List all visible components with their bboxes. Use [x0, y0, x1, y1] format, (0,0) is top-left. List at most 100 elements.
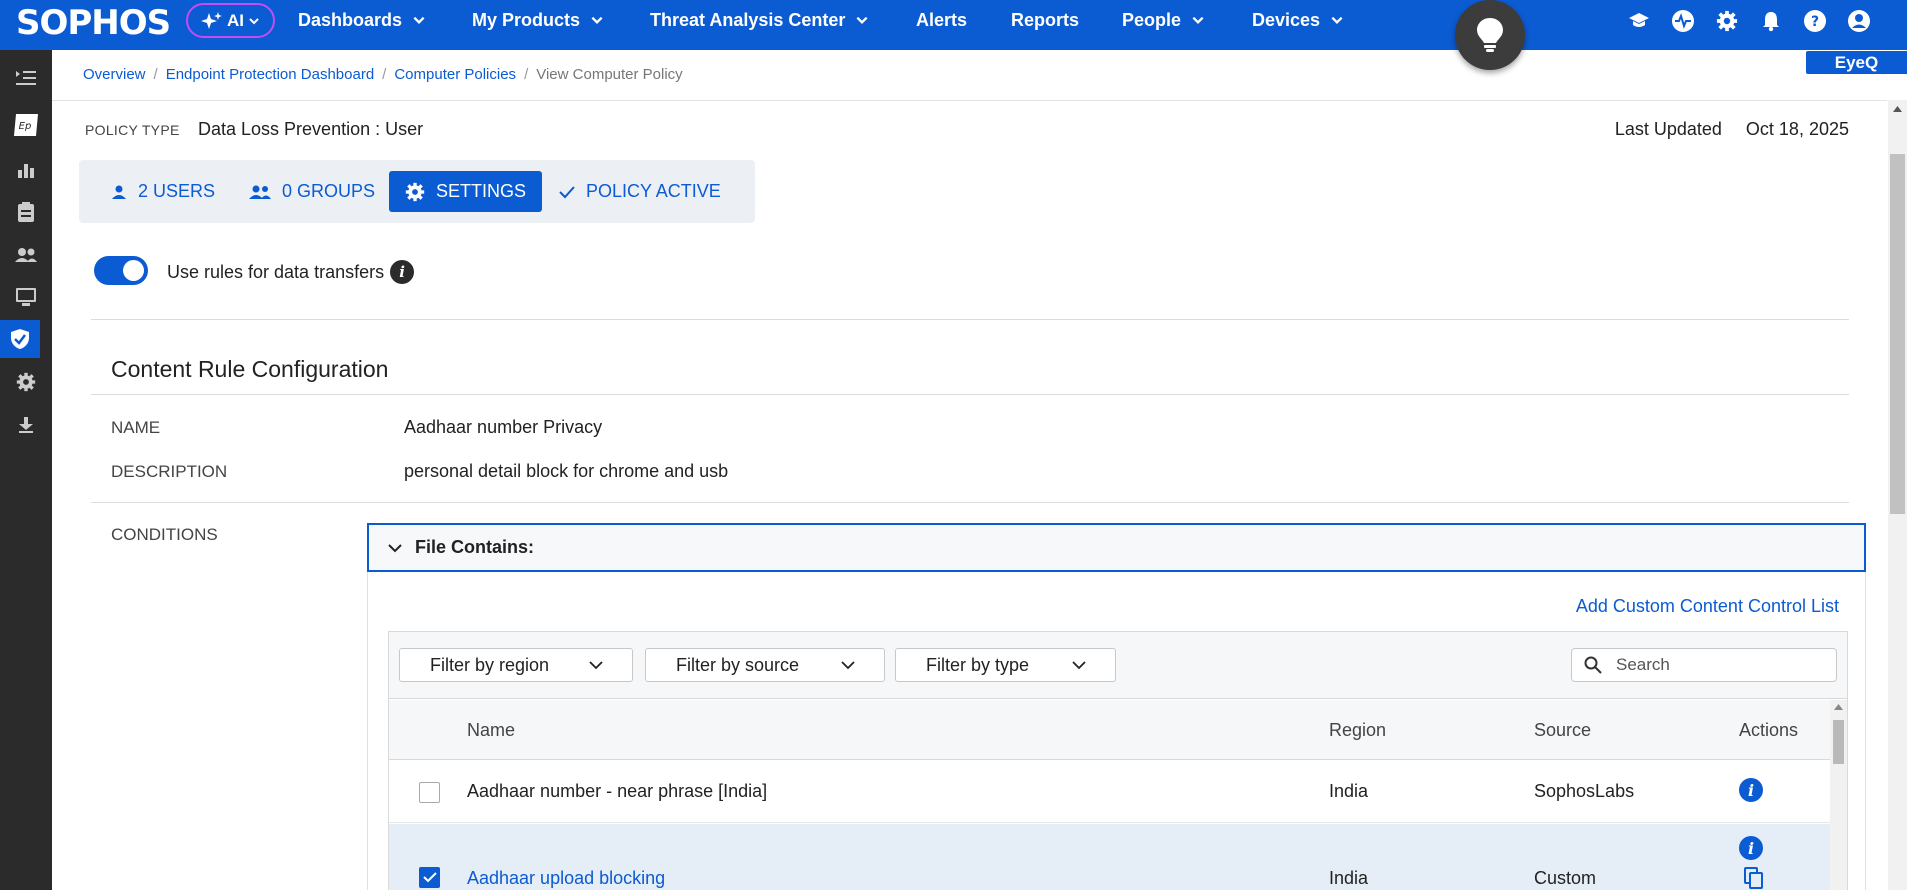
add-custom-content-control-list-link[interactable]: Add Custom Content Control List	[1576, 596, 1839, 617]
eyeq-button[interactable]: EyeQ	[1806, 51, 1907, 74]
nav-label: My Products	[472, 9, 581, 30]
description-value: personal detail block for chrome and usb	[404, 461, 729, 481]
settings-icon[interactable]	[0, 363, 52, 401]
tab-policy-active[interactable]: POLICY ACTIVE	[543, 171, 737, 212]
table-scrollbar[interactable]	[1830, 700, 1847, 890]
info-icon[interactable]: i	[1739, 778, 1763, 802]
chevron-down-icon	[591, 16, 603, 24]
column-region[interactable]: Region	[1329, 720, 1386, 741]
filter-label: Filter by region	[430, 654, 550, 675]
nav-reports[interactable]: Reports	[1011, 0, 1079, 40]
file-contains-panel: Add Custom Content Control List Filter b…	[367, 572, 1866, 890]
pulse-icon[interactable]	[1671, 9, 1695, 33]
user-icon[interactable]	[1847, 9, 1871, 33]
toggle-knob	[123, 260, 144, 281]
search-icon	[1584, 656, 1602, 674]
ai-assistant-button[interactable]: AI	[186, 3, 275, 38]
breadcrumb-divider	[52, 100, 1887, 101]
table-header: Name Region Source Actions	[389, 700, 1830, 760]
chevron-down-icon	[388, 543, 402, 552]
people-icon[interactable]	[0, 236, 52, 274]
page-scrollbar-thumb[interactable]	[1890, 154, 1905, 514]
page-scrollbar[interactable]	[1888, 100, 1907, 890]
breadcrumb-endpoint-protection-dashboard[interactable]: Endpoint Protection Dashboard	[166, 66, 374, 83]
graduation-cap-icon[interactable]	[1627, 9, 1651, 33]
info-icon[interactable]: i	[390, 260, 415, 284]
table-row-selected[interactable]: Aadhaar upload blocking India Custom i	[389, 824, 1830, 890]
breadcrumb-overview[interactable]: Overview	[83, 66, 146, 83]
filter-by-region-dropdown[interactable]: Filter by region	[399, 648, 633, 682]
tab-label: 0 GROUPS	[282, 181, 376, 201]
breadcrumb-separator: /	[382, 66, 387, 83]
row-checkbox-checked[interactable]	[419, 867, 440, 888]
filter-by-type-dropdown[interactable]: Filter by type	[895, 648, 1116, 682]
nav-threat-analysis-center[interactable]: Threat Analysis Center	[650, 0, 869, 40]
column-source[interactable]: Source	[1534, 720, 1591, 741]
bar-chart-icon[interactable]	[0, 151, 52, 189]
row-name[interactable]: Aadhaar upload blocking	[467, 868, 665, 889]
monitor-icon[interactable]	[0, 278, 52, 316]
nav-devices[interactable]: Devices	[1252, 0, 1344, 40]
check-icon	[422, 872, 437, 883]
chevron-down-icon	[413, 16, 425, 24]
tab-groups[interactable]: 0 GROUPS	[233, 171, 391, 212]
policy-shield-icon[interactable]	[0, 320, 40, 358]
breadcrumb: Overview / Endpoint Protection Dashboard…	[83, 66, 683, 83]
endpoint-protection-icon[interactable]: Ep	[0, 106, 52, 144]
info-icon[interactable]: i	[1739, 836, 1763, 860]
row-source: SophosLabs	[1534, 781, 1635, 801]
nav-dashboards[interactable]: Dashboards	[298, 0, 426, 40]
nav-my-products[interactable]: My Products	[472, 0, 604, 40]
lightbulb-icon	[1477, 18, 1503, 52]
nav-label: Alerts	[916, 9, 968, 30]
sparkle-icon	[201, 11, 222, 29]
content-list-table: Filter by region Filter by source Filter…	[388, 631, 1848, 890]
download-icon[interactable]	[0, 406, 52, 444]
last-updated-label: Last Updated	[1614, 119, 1722, 139]
name-value: Aadhaar number Privacy	[404, 417, 603, 437]
nav-alerts[interactable]: Alerts	[916, 0, 967, 40]
tab-label: POLICY ACTIVE	[586, 181, 721, 201]
divider	[91, 394, 1849, 395]
clipboard-icon[interactable]	[0, 193, 52, 231]
chevron-down-icon	[1331, 16, 1343, 24]
chevron-down-icon	[1072, 661, 1086, 670]
file-contains-header[interactable]: File Contains:	[367, 523, 1866, 572]
scroll-up-arrow-icon	[1834, 704, 1843, 710]
column-name[interactable]: Name	[467, 720, 515, 741]
table-scrollbar-thumb[interactable]	[1833, 720, 1844, 764]
row-checkbox[interactable]	[419, 782, 440, 803]
data-transfer-rules-toggle[interactable]	[94, 256, 148, 285]
nav-label: Reports	[1011, 9, 1080, 30]
sophos-logo[interactable]: SOPHOS	[16, 3, 171, 43]
gear-icon[interactable]	[1715, 9, 1739, 33]
filter-by-source-dropdown[interactable]: Filter by source	[645, 648, 885, 682]
row-source: Custom	[1534, 868, 1597, 888]
filter-label: Filter by source	[676, 654, 800, 675]
tab-label: SETTINGS	[436, 181, 527, 201]
svg-text:Ep: Ep	[19, 121, 32, 132]
help-icon[interactable]: ?	[1803, 9, 1827, 33]
check-icon	[559, 185, 575, 198]
nav-label: People	[1122, 9, 1182, 30]
gear-icon	[405, 182, 425, 201]
bell-icon[interactable]	[1759, 9, 1783, 33]
expand-menu-icon[interactable]	[0, 59, 52, 97]
file-contains-label: File Contains:	[415, 537, 535, 557]
lightbulb-button[interactable]	[1455, 0, 1525, 70]
copy-icon[interactable]	[1743, 866, 1765, 890]
chevron-down-icon	[841, 661, 855, 670]
tab-settings[interactable]: SETTINGS	[389, 171, 543, 212]
row-region: India	[1329, 868, 1369, 888]
divider	[91, 502, 1849, 503]
breadcrumb-computer-policies[interactable]: Computer Policies	[394, 66, 516, 83]
divider	[91, 319, 1849, 320]
chevron-down-icon	[249, 17, 259, 24]
nav-people[interactable]: People	[1122, 0, 1205, 40]
tab-users[interactable]: 2 USERS	[95, 171, 231, 212]
table-row[interactable]: Aadhaar number - near phrase [India] Ind…	[389, 761, 1830, 823]
search-placeholder: Search	[1616, 655, 1670, 674]
search-input[interactable]: Search	[1571, 648, 1837, 682]
toggle-label: Use rules for data transfers	[167, 261, 385, 282]
ai-label: AI	[227, 10, 244, 30]
